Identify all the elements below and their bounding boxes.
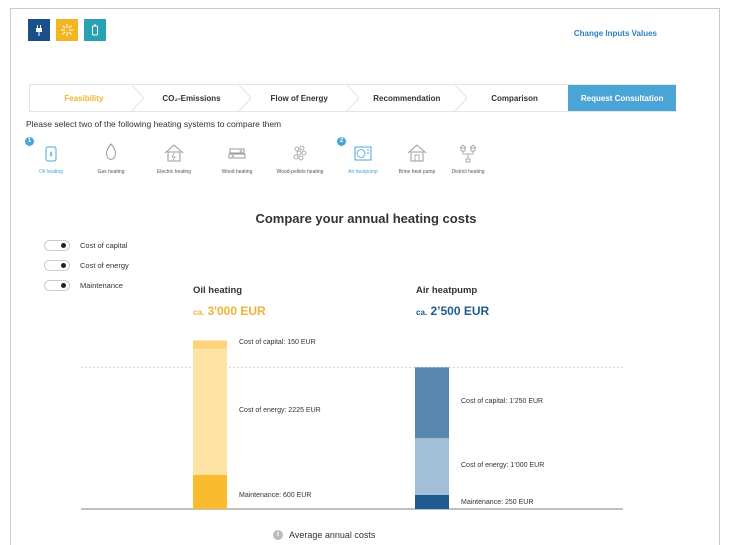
right-system-title: Air heatpump — [416, 285, 478, 296]
instruction-text: Please select two of the following heati… — [26, 119, 282, 129]
bar-label: Cost of energy: 1’000 EUR — [461, 461, 545, 469]
house-bolt-icon — [164, 144, 184, 162]
app-frame: Change Inputs Values Feasibility CO₂-Emi… — [10, 8, 720, 545]
selection-badge: 2 — [337, 137, 346, 146]
system-label: Gas heating — [97, 169, 125, 175]
bar-segment-maintenance[interactable] — [415, 494, 449, 509]
air-heatpump-icon — [354, 146, 372, 161]
system-label: Wood-pellets heating — [276, 169, 324, 175]
system-electric-heating[interactable]: Electric heating — [146, 137, 202, 175]
system-wood-heating[interactable]: Wood heating — [209, 137, 265, 175]
system-gas-heating[interactable]: Gas heating — [83, 137, 139, 175]
tab-comparison[interactable]: Comparison — [461, 85, 569, 111]
system-label: Oil heating — [39, 169, 63, 175]
bar-label: Maintenance: 250 EUR — [461, 499, 534, 506]
system-label: Wood heating — [221, 169, 253, 175]
bar-segment-cost-of-energy[interactable] — [193, 348, 227, 475]
cost-toggles: Cost of capital Cost of energy Maintenan… — [44, 235, 129, 295]
system-air-heatpump[interactable]: 2 Air heatpump — [335, 137, 391, 175]
bar-label: Cost of energy: 2225 EUR — [239, 406, 321, 414]
battery-icon[interactable] — [84, 19, 106, 41]
tab-co2-emissions[interactable]: CO₂-Emissions — [138, 85, 252, 111]
tab-label: Request Consultation — [580, 93, 664, 103]
tab-label: Flow of Energy — [270, 93, 328, 103]
approx-label: ca. — [193, 308, 205, 317]
toggle-switch[interactable] — [44, 239, 70, 251]
system-label: District heating — [451, 169, 485, 175]
flame-icon — [106, 143, 116, 160]
tab-flow-of-energy[interactable]: Flow of Energy — [245, 85, 360, 111]
system-label: Brine heat pump — [398, 169, 436, 175]
bar-segment-cost-of-capital[interactable] — [415, 367, 449, 439]
tab-label: Feasibility — [64, 93, 104, 103]
bar-segment-cost-of-energy[interactable] — [415, 438, 449, 495]
pellets-icon — [293, 145, 307, 161]
left-system-title: Oil heating — [193, 285, 243, 296]
toggle-switch[interactable] — [44, 279, 70, 291]
request-consultation-button[interactable]: Request Consultation — [568, 85, 677, 111]
toggle-cost-of-energy[interactable]: Cost of energy — [44, 255, 129, 275]
toggle-label: Maintenance — [80, 280, 123, 290]
approx-label: ca. — [416, 308, 428, 317]
right-total-value: 2’500 EUR — [430, 304, 490, 318]
bar-label: Maintenance: 600 EUR — [239, 492, 312, 499]
oil-tank-icon — [45, 146, 57, 162]
footer-label: Average annual costs — [289, 530, 376, 540]
toggle-label: Cost of capital — [80, 240, 128, 250]
house-heatpump-icon — [407, 144, 427, 162]
info-icon[interactable]: i — [273, 530, 283, 540]
wood-logs-icon — [228, 148, 246, 159]
system-wood-pellets-heating[interactable]: Wood-pellets heating — [272, 137, 328, 175]
right-total-cost: ca. 2’500 EUR — [416, 304, 489, 318]
bar-segment-maintenance[interactable] — [193, 475, 227, 509]
sun-icon[interactable] — [56, 19, 78, 41]
plug-icon[interactable] — [28, 19, 50, 41]
bar-label: Cost of capital: 1’250 EUR — [461, 397, 544, 405]
system-label: Electric heating — [156, 169, 192, 175]
toggle-maintenance[interactable]: Maintenance — [44, 275, 129, 295]
average-annual-costs: i Average annual costs — [273, 530, 375, 540]
toggle-switch[interactable] — [44, 259, 70, 271]
tab-recommendation[interactable]: Recommendation — [353, 85, 467, 111]
system-label: Air heatpump — [348, 169, 378, 175]
toggle-cost-of-capital[interactable]: Cost of capital — [44, 235, 129, 255]
mode-icons — [28, 19, 106, 41]
heating-system-selector: 1 Oil heating Gas heating Electric heati… — [23, 137, 493, 187]
system-brine-heat-pump[interactable]: Brine heat pump — [389, 137, 445, 175]
tab-label: CO₂-Emissions — [162, 93, 221, 103]
change-inputs-link[interactable]: Change Inputs Values — [574, 29, 657, 38]
left-total-cost: ca. 3'000 EUR — [193, 304, 266, 318]
step-navigation: Feasibility CO₂-Emissions Flow of Energy… — [29, 84, 677, 112]
system-oil-heating[interactable]: 1 Oil heating — [23, 137, 79, 175]
system-district-heating[interactable]: District heating — [440, 137, 496, 175]
bar-label: Cost of capital: 150 EUR — [239, 339, 316, 347]
tab-feasibility[interactable]: Feasibility — [29, 85, 144, 111]
bar-segment-cost-of-capital[interactable] — [193, 340, 227, 349]
left-total-value: 3'000 EUR — [207, 304, 266, 318]
district-network-icon — [459, 144, 477, 163]
compare-title: Compare your annual heating costs — [255, 211, 477, 226]
toggle-label: Cost of energy — [80, 260, 129, 270]
selection-badge: 1 — [25, 137, 34, 146]
tab-label: Comparison — [491, 93, 538, 103]
tab-label: Recommendation — [373, 93, 441, 103]
